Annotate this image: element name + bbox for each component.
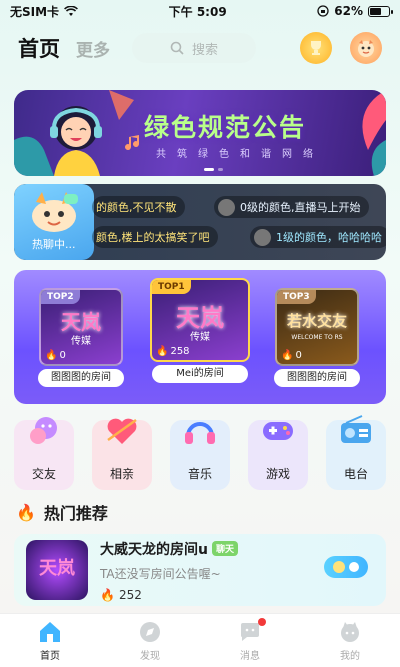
battery-percent: 62% bbox=[334, 4, 363, 18]
room-ranking: TOP2 天岚 传媒 🔥 0 图图图的房间 TOP1 天岚 传媒 🔥 258 Mei… bbox=[14, 270, 386, 404]
search-placeholder: 搜索 bbox=[191, 42, 218, 58]
room-cover: 天岚 bbox=[26, 540, 88, 600]
category-dating-friends[interactable]: 交友 bbox=[14, 417, 74, 490]
rank-card-top2[interactable]: TOP2 天岚 传媒 🔥 0 图图图的房间 bbox=[34, 288, 128, 400]
profile-icon bbox=[341, 621, 359, 642]
chat-message: 0级的颜色,直播马上开始 bbox=[214, 196, 369, 218]
mascot-icon[interactable] bbox=[350, 32, 382, 64]
room-name: 图图图的房间 bbox=[38, 369, 124, 387]
category-music[interactable]: 音乐 bbox=[170, 420, 230, 490]
avatar bbox=[254, 228, 271, 246]
tab-home-bottom[interactable]: 首页 bbox=[20, 620, 80, 662]
announcement-banner[interactable]: 绿色规范公告 共筑绿色和谐网络 bbox=[14, 90, 386, 176]
trophy-icon[interactable] bbox=[300, 32, 332, 64]
search-icon bbox=[333, 561, 359, 573]
flame-icon: 🔥 bbox=[16, 502, 36, 522]
banner-title: 绿色规范公告 bbox=[144, 113, 307, 142]
clock-text: 下午 5:09 bbox=[168, 4, 227, 19]
hot-room-card[interactable]: 天岚 大威天龙的房间u 聊天 TA还没写房间公告喔~ 🔥 252 bbox=[14, 534, 386, 606]
carrier-text: 无SIM卡 bbox=[10, 4, 60, 19]
heart-icon bbox=[107, 418, 137, 444]
listener-count: 🔥 252 bbox=[100, 587, 142, 602]
leaf-decoration bbox=[362, 90, 386, 176]
enter-room-button[interactable] bbox=[324, 556, 368, 578]
section-header: 🔥 热门推荐 bbox=[16, 500, 108, 524]
home-icon bbox=[40, 621, 60, 642]
flame-icon: 🔥 bbox=[45, 350, 58, 361]
listener-count: 🔥 258 bbox=[156, 346, 190, 357]
discover-icon bbox=[140, 621, 160, 642]
unread-dot bbox=[258, 617, 266, 626]
room-name: Mei的房间 bbox=[152, 365, 248, 383]
listener-count: 🔥 0 bbox=[281, 350, 302, 361]
rank-card-top3[interactable]: TOP3 若水交友 WELCOME TO RS 🔥 0 图图图的房间 bbox=[270, 288, 364, 400]
rank-card-top1[interactable]: TOP1 天岚 传媒 🔥 258 Mei的房间 bbox=[146, 278, 254, 390]
lock-rotation-icon bbox=[317, 5, 329, 17]
rank-badge: TOP1 bbox=[152, 280, 191, 294]
category-blind-date[interactable]: 相亲 bbox=[92, 418, 152, 490]
flame-icon: 🔥 bbox=[100, 587, 115, 602]
room-description: TA还没写房间公告喔~ bbox=[100, 566, 221, 581]
avatar bbox=[218, 198, 235, 216]
top-nav: 首页 更多 搜索 bbox=[0, 22, 400, 74]
tab-discover[interactable]: 发现 bbox=[120, 620, 180, 662]
category-games[interactable]: 游戏 bbox=[248, 420, 308, 490]
room-name: 图图图的房间 bbox=[274, 369, 360, 387]
room-cover: TOP3 若水交友 WELCOME TO RS 🔥 0 bbox=[275, 288, 359, 366]
chat-message: 1级的颜色，哈哈哈哈 bbox=[250, 226, 386, 248]
banner-subtitle: 共筑绿色和谐网络 bbox=[156, 149, 324, 160]
tab-home[interactable]: 首页 bbox=[18, 33, 60, 63]
battery-icon bbox=[367, 5, 393, 17]
flame-icon: 🔥 bbox=[281, 350, 294, 361]
section-title: 热门推荐 bbox=[43, 504, 108, 523]
status-bar: 无SIM卡 下午 5:09 62% bbox=[0, 0, 400, 22]
category-grid: 交友 相亲 音乐 游戏 电台 bbox=[14, 415, 386, 490]
room-cover: TOP1 天岚 传媒 🔥 258 bbox=[150, 278, 250, 362]
bubble-icon bbox=[30, 417, 57, 444]
mascot-icon bbox=[32, 192, 78, 232]
hot-chat-label: 热聊中... bbox=[32, 238, 76, 251]
hot-chat-panel[interactable]: 热聊中... 的颜色,不见不散 0级的颜色,直播马上开始 颜色,楼上的太搞笑了吧… bbox=[14, 184, 386, 260]
search-icon bbox=[170, 41, 184, 55]
chat-message: 颜色,楼上的太搞笑了吧 bbox=[92, 226, 218, 248]
search-box[interactable]: 搜索 bbox=[132, 33, 256, 63]
bottom-tab-bar: 首页 发现 消息 我的 bbox=[0, 613, 400, 667]
tab-messages[interactable]: 消息 bbox=[220, 617, 280, 662]
rank-badge: TOP3 bbox=[277, 290, 316, 304]
room-cover: TOP2 天岚 传媒 🔥 0 bbox=[39, 288, 123, 366]
tab-more[interactable]: 更多 bbox=[76, 36, 110, 61]
wifi-icon bbox=[64, 5, 79, 16]
chat-message: 的颜色,不见不散 bbox=[92, 196, 185, 218]
tab-profile[interactable]: 我的 bbox=[320, 620, 380, 662]
flame-icon: 🔥 bbox=[156, 346, 169, 357]
chat-mascot: 热聊中... bbox=[14, 184, 94, 260]
headphones-icon bbox=[185, 422, 215, 444]
music-note-icon bbox=[125, 135, 140, 151]
girl-illustration bbox=[14, 90, 134, 176]
radio-icon bbox=[341, 415, 371, 443]
carousel-dots bbox=[204, 168, 223, 171]
listener-count: 🔥 0 bbox=[45, 350, 66, 361]
rank-badge: TOP2 bbox=[41, 290, 80, 304]
gamepad-icon bbox=[263, 422, 293, 440]
category-radio[interactable]: 电台 bbox=[326, 415, 386, 490]
room-type-badge: 聊天 bbox=[211, 541, 238, 556]
room-title: 大威天龙的房间u 聊天 bbox=[100, 539, 238, 559]
